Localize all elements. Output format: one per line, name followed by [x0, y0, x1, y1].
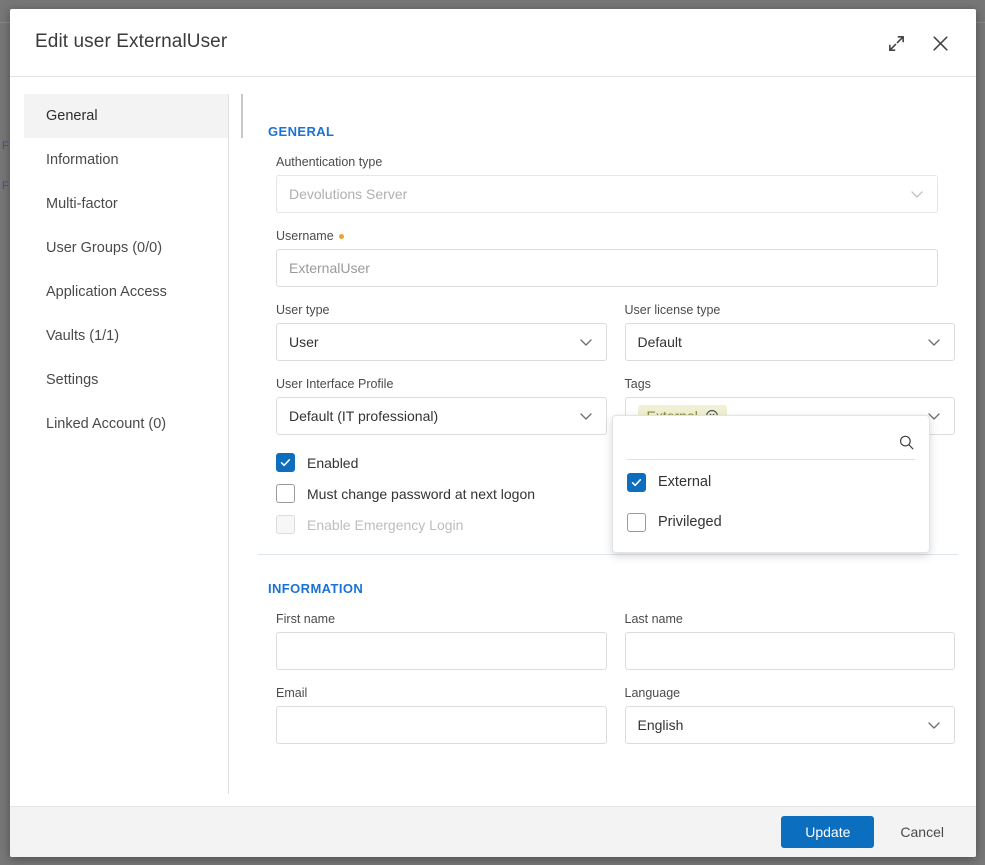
user-interface-profile-select[interactable]: Default (IT professional) — [276, 397, 607, 435]
user-interface-profile-field: User Interface Profile Default (IT profe… — [276, 377, 607, 435]
background-text-fragment: F — [2, 180, 9, 192]
header-actions — [882, 29, 954, 57]
checkbox-enable-emergency-login-label: Enable Emergency Login — [307, 517, 463, 533]
language-select[interactable]: English — [625, 706, 956, 744]
section-divider — [258, 554, 958, 555]
checkbox-unchecked-icon — [627, 513, 646, 532]
email-input[interactable] — [276, 706, 607, 744]
tags-search-input[interactable] — [627, 434, 898, 452]
sidebar-item-linked-account[interactable]: Linked Account (0) — [24, 402, 228, 446]
dialog-body: General Information Multi-factor User Gr… — [10, 77, 976, 806]
tags-option-label: Privileged — [658, 514, 722, 530]
username-label-text: Username — [276, 229, 334, 243]
last-name-input[interactable] — [625, 632, 956, 670]
sidebar-item-label: User Groups (0/0) — [46, 240, 162, 256]
checkbox-disabled-icon — [276, 515, 295, 534]
checkbox-checked-icon — [627, 473, 646, 492]
email-field: Email — [276, 686, 607, 744]
sidebar-item-label: Information — [46, 152, 119, 168]
background-text-fragment: F — [2, 140, 9, 152]
chevron-down-icon — [578, 334, 594, 350]
last-name-field: Last name — [625, 612, 956, 670]
tags-option-label: External — [658, 474, 711, 490]
tags-option-privileged[interactable]: Privileged — [627, 504, 915, 540]
last-name-label: Last name — [625, 612, 956, 626]
cancel-button[interactable]: Cancel — [896, 824, 948, 840]
tags-dropdown-panel: External Privileged — [612, 415, 930, 553]
sidebar-item-multi-factor[interactable]: Multi-factor — [24, 182, 228, 226]
chevron-down-icon — [926, 334, 942, 350]
section-heading-information: INFORMATION — [268, 581, 363, 596]
user-type-label: User type — [276, 303, 607, 317]
chevron-down-icon — [926, 717, 942, 733]
sidebar-item-information[interactable]: Information — [24, 138, 228, 182]
dialog-header: Edit user ExternalUser — [10, 9, 976, 77]
authentication-type-label: Authentication type — [276, 155, 938, 169]
email-label: Email — [276, 686, 607, 700]
checkbox-must-change-password[interactable]: Must change password at next logon — [276, 478, 596, 509]
sidebar-item-settings[interactable]: Settings — [24, 358, 228, 402]
checkbox-unchecked-icon — [276, 484, 295, 503]
language-label: Language — [625, 686, 956, 700]
sidebar-item-label: Multi-factor — [46, 196, 118, 212]
expand-icon[interactable] — [882, 29, 910, 57]
update-button[interactable]: Update — [781, 816, 874, 848]
user-interface-profile-label: User Interface Profile — [276, 377, 607, 391]
sidebar-item-label: Linked Account (0) — [46, 416, 166, 432]
sidebar-item-vaults[interactable]: Vaults (1/1) — [24, 314, 228, 358]
tags-option-external[interactable]: External — [627, 464, 915, 500]
language-value: English — [638, 717, 927, 733]
page-title: Edit user ExternalUser — [35, 31, 227, 53]
checkbox-enabled[interactable]: Enabled — [276, 447, 596, 478]
checkbox-must-change-password-label: Must change password at next logon — [307, 486, 535, 502]
search-icon[interactable] — [898, 434, 915, 451]
tags-search-row — [627, 426, 915, 460]
dialog-footer: Update Cancel — [10, 806, 976, 857]
edit-user-dialog: Edit user ExternalUser General Inf — [10, 9, 976, 857]
chevron-down-icon — [578, 408, 594, 424]
authentication-type-select[interactable]: Devolutions Server — [276, 175, 938, 213]
checkbox-enable-emergency-login: Enable Emergency Login — [276, 509, 596, 540]
first-name-input[interactable] — [276, 632, 607, 670]
user-interface-profile-value: Default (IT professional) — [289, 408, 578, 424]
first-name-label: First name — [276, 612, 607, 626]
username-label: Username — [276, 229, 938, 243]
dialog-sidebar: General Information Multi-factor User Gr… — [24, 94, 228, 446]
sidebar-item-label: Application Access — [46, 284, 167, 300]
username-input[interactable]: ExternalUser — [276, 249, 938, 287]
user-license-type-value: Default — [638, 334, 927, 350]
sidebar-item-user-groups[interactable]: User Groups (0/0) — [24, 226, 228, 270]
user-license-type-label: User license type — [625, 303, 956, 317]
username-value: ExternalUser — [289, 260, 925, 276]
dialog-content: GENERAL Authentication type Devolutions … — [250, 77, 958, 806]
language-field: Language English — [625, 686, 956, 744]
tags-label: Tags — [625, 377, 956, 391]
checkbox-enabled-label: Enabled — [307, 455, 358, 471]
user-license-type-field: User license type Default — [625, 303, 956, 361]
chevron-down-icon — [909, 186, 925, 202]
sidebar-divider — [228, 94, 229, 794]
sidebar-item-label: Vaults (1/1) — [46, 328, 119, 344]
user-license-type-select[interactable]: Default — [625, 323, 956, 361]
sidebar-item-application-access[interactable]: Application Access — [24, 270, 228, 314]
required-indicator-icon — [339, 234, 344, 239]
close-icon[interactable] — [926, 29, 954, 57]
user-type-select[interactable]: User — [276, 323, 607, 361]
user-type-value: User — [289, 334, 578, 350]
sidebar-item-label: General — [46, 108, 98, 124]
user-type-field: User type User — [276, 303, 607, 361]
checkbox-checked-icon — [276, 453, 295, 472]
first-name-field: First name — [276, 612, 607, 670]
sidebar-item-label: Settings — [46, 372, 98, 388]
sidebar-item-general[interactable]: General — [24, 94, 228, 138]
section-heading-general: GENERAL — [268, 124, 334, 139]
authentication-type-value: Devolutions Server — [289, 186, 909, 202]
